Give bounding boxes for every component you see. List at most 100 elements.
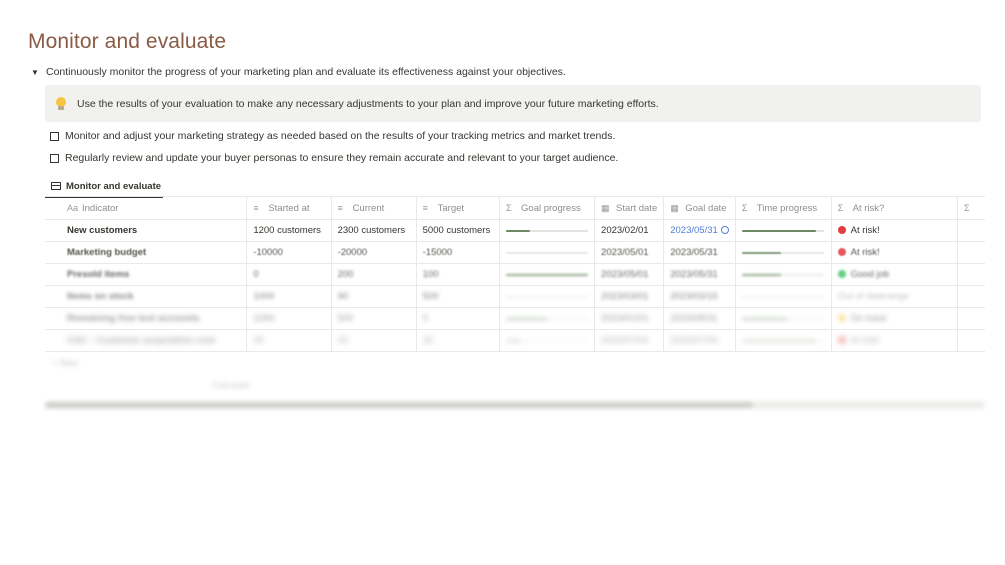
toggle-text: Continuously monitor the progress of you… xyxy=(46,66,566,78)
column-header[interactable]: Σ At risk? xyxy=(830,196,958,220)
table-row[interactable]: New customers 1200 customers 2300 customer… xyxy=(45,219,985,242)
callout-text: Use the results of your evaluation to ma… xyxy=(77,97,659,110)
table-row[interactable]: Remaining free test accounts 1000 500 0 2023… xyxy=(45,307,985,330)
current-cell[interactable]: 200 xyxy=(330,263,417,286)
at-risk-cell: Out of daterange xyxy=(830,285,958,308)
new-row-button[interactable]: + New xyxy=(52,358,78,368)
column-header[interactable]: Σ xyxy=(956,196,985,220)
toggle-block[interactable]: ▼ Continuously monitor the progress of y… xyxy=(31,66,566,78)
started-at-cell[interactable]: 45 xyxy=(246,329,332,352)
column-header[interactable]: Σ Goal progress xyxy=(499,196,595,220)
column-type-icon: ▦ xyxy=(670,202,679,213)
scrollbar-thumb[interactable] xyxy=(45,402,753,408)
current-cell[interactable]: 2300 customers xyxy=(330,219,417,242)
new-row-label: New xyxy=(59,358,78,368)
indicator-cell[interactable]: CAC - Customer acquisition cost xyxy=(45,329,247,352)
column-header[interactable]: ≡ Started at xyxy=(246,196,332,220)
column-header[interactable]: ≡ Target xyxy=(415,196,500,220)
started-at-cell[interactable]: 1000 xyxy=(246,285,332,308)
target-cell[interactable]: 5000 customers xyxy=(415,219,500,242)
current-cell[interactable]: 90 xyxy=(330,285,417,308)
target-cell[interactable]: -15000 xyxy=(415,241,500,264)
goal-date-cell[interactable]: 2023/05/31 xyxy=(663,241,736,264)
progress-bar-fill xyxy=(741,317,787,320)
column-header-label: Time progress xyxy=(756,202,818,214)
indicator-cell[interactable]: Marketing budget xyxy=(45,241,247,264)
column-type-icon: Σ xyxy=(837,202,844,213)
indicator-cell[interactable]: Remaining free test accounts xyxy=(45,307,247,330)
goal-date-value: 2023/03/15 xyxy=(670,291,718,302)
time-progress-cell xyxy=(734,285,832,308)
indicator-cell[interactable]: Items on stock xyxy=(45,285,247,308)
start-date-cell[interactable]: 2023/05/01 xyxy=(594,263,664,286)
column-type-icon: Σ xyxy=(741,202,748,213)
progress-bar-fill xyxy=(506,339,521,342)
goal-date-cell[interactable]: 2023/05/31 xyxy=(663,263,736,286)
column-header[interactable]: Σ Time progress xyxy=(734,196,832,220)
start-date-cell[interactable]: 2023/05/01 xyxy=(594,241,664,264)
started-at-cell[interactable]: 1200 customers xyxy=(246,219,332,242)
checkbox[interactable] xyxy=(50,131,59,141)
column-header[interactable]: Aa Indicator xyxy=(45,196,247,220)
start-date-cell[interactable]: 2023/02/01 xyxy=(594,219,664,242)
indicator-cell[interactable]: New customers xyxy=(45,219,247,242)
horizontal-scrollbar[interactable] xyxy=(45,401,985,409)
target-cell[interactable]: 0 xyxy=(415,307,500,330)
start-date-cell[interactable]: 2023/07/04 xyxy=(594,329,664,352)
todo-item[interactable]: Regularly review and update your buyer p… xyxy=(50,152,618,164)
indicator-cell[interactable]: Presold items xyxy=(45,263,247,286)
started-at-cell[interactable]: 0 xyxy=(246,263,332,286)
column-header[interactable]: ▦ Goal date xyxy=(663,196,736,220)
progress-bar xyxy=(741,295,824,298)
target-cell[interactable]: 100 xyxy=(415,263,500,286)
checkbox[interactable] xyxy=(50,153,59,163)
started-at-cell[interactable]: -10000 xyxy=(246,241,332,264)
column-header-label: Start date xyxy=(616,202,658,214)
progress-bar xyxy=(741,339,824,342)
column-header[interactable]: ▦ Start date xyxy=(594,196,664,220)
column-header-label: Goal progress xyxy=(521,202,581,214)
goal-date-cell[interactable]: 2023/08/31 xyxy=(663,307,736,330)
extra-cell xyxy=(956,219,985,242)
table-row[interactable]: Items on stock 1000 90 500 2023/03/01 2023/03… xyxy=(45,285,985,308)
start-date-cell[interactable]: 2023/03/01 xyxy=(594,285,664,308)
goal-date-cell[interactable]: 2023/05/31 xyxy=(663,219,736,242)
current-cell[interactable]: 500 xyxy=(330,307,417,330)
extra-cell xyxy=(956,329,985,352)
progress-bar xyxy=(506,317,589,320)
column-type-icon: ≡ xyxy=(422,202,428,213)
column-header[interactable]: ≡ Current xyxy=(330,196,417,220)
todo-item[interactable]: Monitor and adjust your marketing strate… xyxy=(50,130,615,142)
started-at-cell[interactable]: 1000 xyxy=(246,307,332,330)
goal-date-cell[interactable]: 2023/07/04 xyxy=(663,329,736,352)
time-progress-cell xyxy=(734,307,832,330)
table-row[interactable]: Presold items 0 200 100 2023/05/01 2023/05/31… xyxy=(45,263,985,286)
progress-bar xyxy=(741,229,824,232)
progress-bar xyxy=(506,273,589,276)
progress-bar-fill xyxy=(741,251,782,254)
target-cell[interactable]: 500 xyxy=(415,285,500,308)
goal-date-cell[interactable]: 2023/03/15 xyxy=(663,285,736,308)
current-cell[interactable]: 40 xyxy=(330,329,417,352)
calculate-button[interactable]: Calculate xyxy=(212,380,250,390)
triangle-down-icon[interactable]: ▼ xyxy=(31,68,45,77)
table-row[interactable]: CAC - Customer acquisition cost 45 40 30 202… xyxy=(45,329,985,352)
start-date-cell[interactable]: 2023/01/01 xyxy=(594,307,664,330)
status-dot-icon xyxy=(837,314,846,322)
time-progress-cell xyxy=(734,263,832,286)
table-row[interactable]: Marketing budget -10000 -20000 -15000 2023/0… xyxy=(45,241,985,264)
at-risk-cell: At risk! xyxy=(830,219,958,242)
progress-bar-fill xyxy=(741,273,782,276)
target-cell[interactable]: 30 xyxy=(415,329,500,352)
progress-bar xyxy=(506,251,589,254)
column-header-label: At risk? xyxy=(852,202,885,214)
at-risk-cell: On track xyxy=(830,307,958,330)
view-tab-monitor-and-evaluate[interactable]: Monitor and evaluate xyxy=(45,176,163,198)
extra-cell xyxy=(956,285,985,308)
status-label: Out of daterange xyxy=(837,291,909,302)
status-label: At risk! xyxy=(850,225,880,236)
lightbulb-icon xyxy=(55,96,67,111)
current-cell[interactable]: -20000 xyxy=(330,241,417,264)
at-risk-cell: At risk! xyxy=(830,329,958,352)
progress-bar-fill xyxy=(506,273,589,276)
